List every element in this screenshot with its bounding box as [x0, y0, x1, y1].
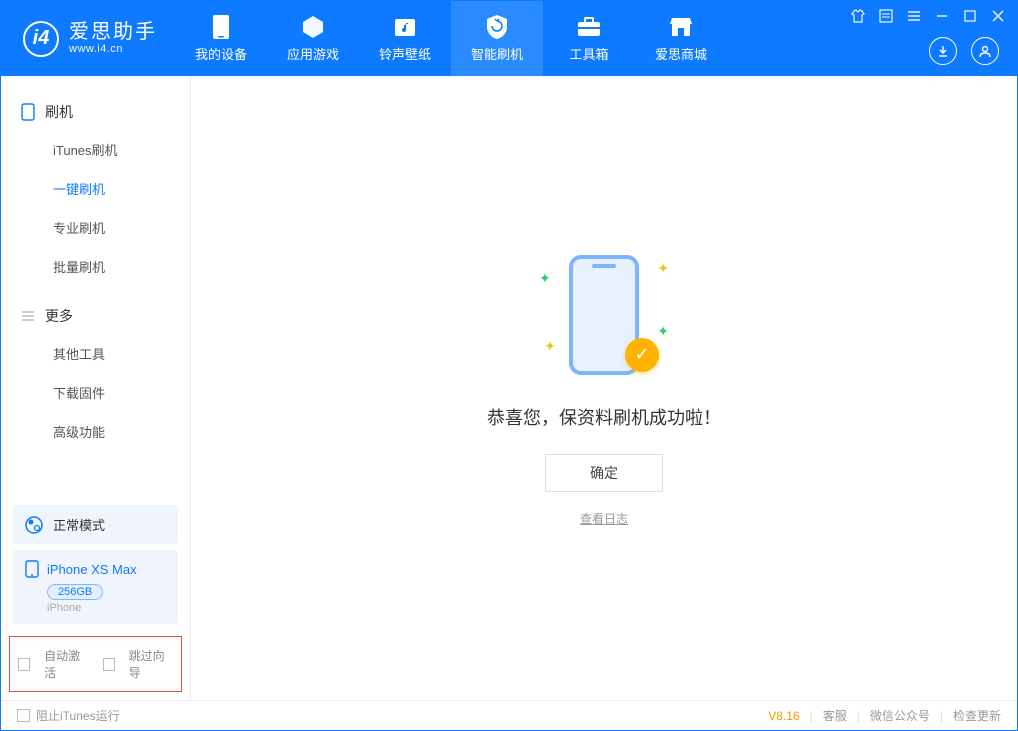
sidebar-item-advanced[interactable]: 高级功能	[1, 412, 190, 451]
device-card[interactable]: iPhone XS Max 256GB iPhone	[13, 550, 178, 624]
shirt-icon[interactable]	[851, 9, 865, 23]
shield-sync-icon	[485, 14, 509, 40]
sidebar-item-batch-flash[interactable]: 批量刷机	[1, 247, 190, 286]
tab-apps[interactable]: 应用游戏	[267, 1, 359, 76]
sidebar-section-flash: 刷机 iTunes刷机 一键刷机 专业刷机 批量刷机	[1, 94, 190, 286]
close-icon[interactable]	[991, 9, 1005, 23]
cube-icon	[300, 14, 326, 40]
logo-text: 爱思助手 www.i4.cn	[69, 21, 157, 55]
sidebar-item-other-tools[interactable]: 其他工具	[1, 334, 190, 373]
footer-right: V8.16 | 客服 | 微信公众号 | 检查更新	[768, 707, 1001, 724]
maximize-icon[interactable]	[963, 9, 977, 23]
tab-toolbox[interactable]: 工具箱	[543, 1, 635, 76]
tab-label: 我的设备	[195, 44, 247, 63]
device-name-row: iPhone XS Max	[25, 560, 166, 578]
checkbox-block-itunes[interactable]	[17, 709, 30, 722]
section-title: 更多	[45, 306, 73, 326]
list-icon[interactable]	[879, 9, 893, 23]
user-button[interactable]	[971, 37, 999, 65]
sidebar-item-download-firmware[interactable]: 下载固件	[1, 373, 190, 412]
success-illustration: ✦ ✦ ✦ ✦ ✓	[539, 250, 669, 380]
block-itunes-label: 阻止iTunes运行	[36, 707, 120, 724]
logo-icon: i4	[23, 21, 59, 57]
ok-button[interactable]: 确定	[545, 454, 663, 492]
tab-label: 爱思商城	[655, 44, 707, 63]
sidebar-item-pro-flash[interactable]: 专业刷机	[1, 208, 190, 247]
device-name: iPhone XS Max	[47, 562, 137, 577]
store-icon	[669, 14, 693, 40]
sidebar-section-more: 更多 其他工具 下载固件 高级功能	[1, 298, 190, 451]
sidebar-bottom: 正常模式 iPhone XS Max 256GB iPhone 自动激活 跳过向…	[1, 499, 190, 700]
version-label: V8.16	[768, 709, 799, 723]
tab-label: 铃声壁纸	[379, 44, 431, 63]
separator: |	[940, 709, 943, 723]
music-folder-icon	[393, 14, 417, 40]
phone-icon	[25, 560, 39, 578]
phone-icon	[21, 103, 35, 121]
app-title: 爱思助手	[69, 21, 157, 43]
tab-store[interactable]: 爱思商城	[635, 1, 727, 76]
app-header: i4 爱思助手 www.i4.cn 我的设备 应用游戏 铃声壁纸 智能刷机 工具…	[1, 1, 1017, 76]
sparkle-icon: ✦	[657, 260, 669, 277]
support-link[interactable]: 客服	[823, 707, 847, 724]
footer-left: 阻止iTunes运行	[17, 707, 120, 724]
sidebar: 刷机 iTunes刷机 一键刷机 专业刷机 批量刷机 更多 其他工具 下载固件 …	[1, 76, 191, 700]
app-subtitle: www.i4.cn	[69, 43, 157, 55]
auto-activate-label: 自动激活	[44, 647, 88, 681]
sparkle-icon: ✦	[539, 270, 551, 287]
success-message: 恭喜您，保资料刷机成功啦！	[487, 404, 721, 430]
list-lines-icon	[21, 309, 35, 323]
check-badge-icon: ✓	[625, 338, 659, 372]
device-capacity: 256GB	[47, 584, 103, 600]
wechat-link[interactable]: 微信公众号	[870, 707, 930, 724]
sidebar-head-more[interactable]: 更多	[1, 298, 190, 334]
sidebar-head-flash[interactable]: 刷机	[1, 94, 190, 130]
separator: |	[857, 709, 860, 723]
header-actions	[929, 37, 999, 65]
window-controls	[851, 9, 1005, 23]
mode-icon	[25, 516, 43, 534]
skip-guide-label: 跳过向导	[129, 647, 173, 681]
separator: |	[810, 709, 813, 723]
tab-label: 应用游戏	[287, 44, 339, 63]
minimize-icon[interactable]	[935, 9, 949, 23]
sparkle-icon: ✦	[544, 338, 556, 355]
download-button[interactable]	[929, 37, 957, 65]
toolbox-icon	[576, 14, 602, 40]
sidebar-item-oneclick-flash[interactable]: 一键刷机	[1, 169, 190, 208]
checkbox-skip-guide[interactable]	[103, 658, 115, 671]
checkbox-auto-activate[interactable]	[18, 658, 30, 671]
check-update-link[interactable]: 检查更新	[953, 707, 1001, 724]
tab-label: 工具箱	[569, 44, 608, 63]
mode-card[interactable]: 正常模式	[13, 505, 178, 544]
status-bar: 阻止iTunes运行 V8.16 | 客服 | 微信公众号 | 检查更新	[1, 700, 1017, 730]
mode-label: 正常模式	[53, 515, 105, 534]
device-type: iPhone	[47, 602, 166, 614]
sidebar-item-itunes-flash[interactable]: iTunes刷机	[1, 130, 190, 169]
view-log-link[interactable]: 查看日志	[580, 510, 628, 527]
tab-flash[interactable]: 智能刷机	[451, 1, 543, 76]
tab-ringtones[interactable]: 铃声壁纸	[359, 1, 451, 76]
main-panel: ✦ ✦ ✦ ✦ ✓ 恭喜您，保资料刷机成功啦！ 确定 查看日志	[191, 76, 1017, 700]
app-body: 刷机 iTunes刷机 一键刷机 专业刷机 批量刷机 更多 其他工具 下载固件 …	[1, 76, 1017, 700]
tab-label: 智能刷机	[471, 44, 523, 63]
options-row: 自动激活 跳过向导	[9, 636, 182, 692]
section-title: 刷机	[45, 102, 73, 122]
device-icon	[212, 14, 230, 40]
tab-my-device[interactable]: 我的设备	[175, 1, 267, 76]
sparkle-icon: ✦	[657, 323, 669, 340]
logo-area: i4 爱思助手 www.i4.cn	[1, 1, 175, 76]
menu-icon[interactable]	[907, 9, 921, 23]
